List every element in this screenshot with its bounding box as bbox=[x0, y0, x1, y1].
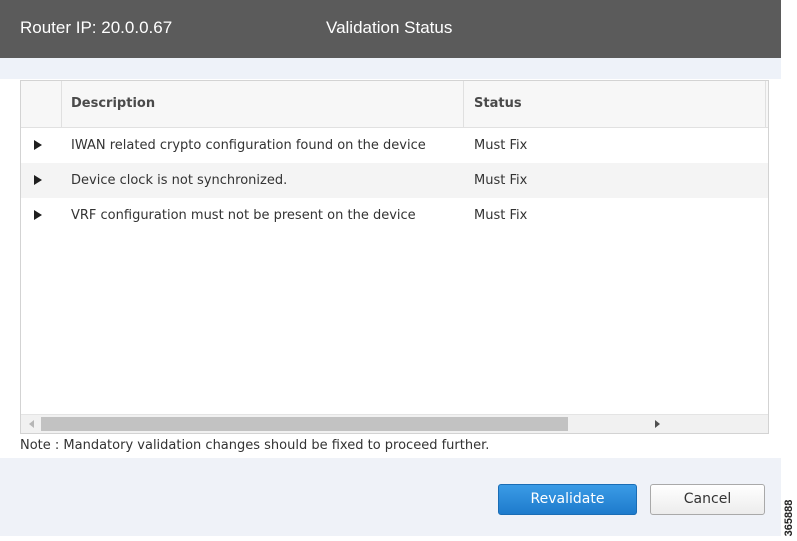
revalidate-button[interactable]: Revalidate bbox=[498, 484, 637, 515]
row-status: Must Fix bbox=[474, 138, 528, 153]
figure-number: 365888 bbox=[781, 494, 797, 541]
dialog-body: Description Status IWAN related crypto c… bbox=[0, 58, 781, 458]
column-header-status[interactable]: Status bbox=[474, 96, 522, 111]
column-separator bbox=[463, 81, 464, 127]
dialog-header: Router IP: 20.0.0.67 Validation Status bbox=[0, 0, 781, 58]
scroll-left-arrow-icon[interactable] bbox=[29, 420, 34, 428]
validation-table: Description Status IWAN related crypto c… bbox=[20, 80, 769, 434]
table-row[interactable]: IWAN related crypto configuration found … bbox=[21, 128, 768, 163]
dialog-title: Validation Status bbox=[326, 18, 453, 37]
column-separator bbox=[61, 81, 62, 127]
horizontal-scrollbar[interactable] bbox=[21, 414, 768, 433]
body-top-band bbox=[0, 58, 781, 79]
mandatory-note: Note : Mandatory validation changes shou… bbox=[20, 438, 490, 453]
row-description: IWAN related crypto configuration found … bbox=[71, 138, 426, 153]
row-status: Must Fix bbox=[474, 208, 528, 223]
expand-arrow-icon[interactable] bbox=[34, 140, 42, 150]
router-ip-label: Router IP: 20.0.0.67 bbox=[20, 18, 173, 37]
table-row[interactable]: VRF configuration must not be present on… bbox=[21, 198, 768, 233]
cancel-button[interactable]: Cancel bbox=[650, 484, 765, 515]
column-separator bbox=[765, 81, 766, 127]
table-row[interactable]: Device clock is not synchronized. Must F… bbox=[21, 163, 768, 198]
table-header: Description Status bbox=[21, 81, 768, 128]
validation-status-dialog: Router IP: 20.0.0.67 Validation Status D… bbox=[0, 0, 781, 536]
expand-arrow-icon[interactable] bbox=[34, 210, 42, 220]
figure-number-text: 365888 bbox=[783, 499, 795, 536]
scroll-right-arrow-icon[interactable] bbox=[655, 420, 660, 428]
row-description: Device clock is not synchronized. bbox=[71, 173, 288, 188]
row-description: VRF configuration must not be present on… bbox=[71, 208, 416, 223]
expand-arrow-icon[interactable] bbox=[34, 175, 42, 185]
scrollbar-thumb[interactable] bbox=[41, 417, 568, 431]
row-status: Must Fix bbox=[474, 173, 528, 188]
column-header-description[interactable]: Description bbox=[71, 96, 155, 111]
